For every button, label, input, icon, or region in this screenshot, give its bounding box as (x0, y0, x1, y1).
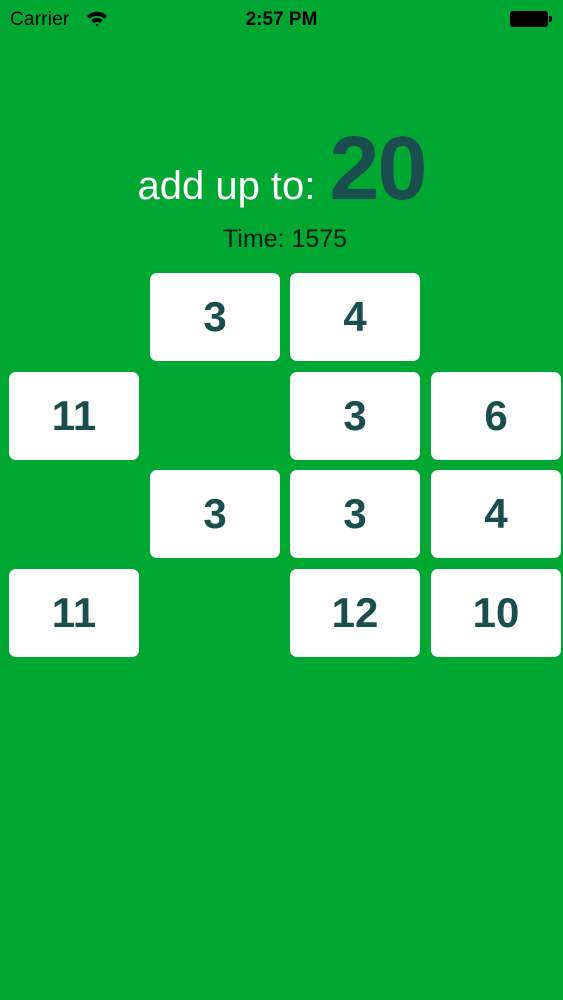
number-tile[interactable]: 10 (431, 569, 561, 657)
number-tile[interactable]: 6 (431, 372, 561, 460)
number-tile[interactable]: 3 (290, 470, 420, 558)
number-tile[interactable]: 3 (150, 273, 280, 361)
number-tile[interactable]: 4 (290, 273, 420, 361)
number-tile[interactable]: 4 (431, 470, 561, 558)
number-tile[interactable]: 11 (9, 372, 139, 460)
number-tile[interactable]: 3 (290, 372, 420, 460)
number-tile[interactable]: 11 (9, 569, 139, 657)
number-tile[interactable]: 3 (150, 470, 280, 558)
tile-grid: 3 4 11 3 6 3 3 4 11 12 10 (0, 0, 563, 1000)
number-tile[interactable]: 12 (290, 569, 420, 657)
